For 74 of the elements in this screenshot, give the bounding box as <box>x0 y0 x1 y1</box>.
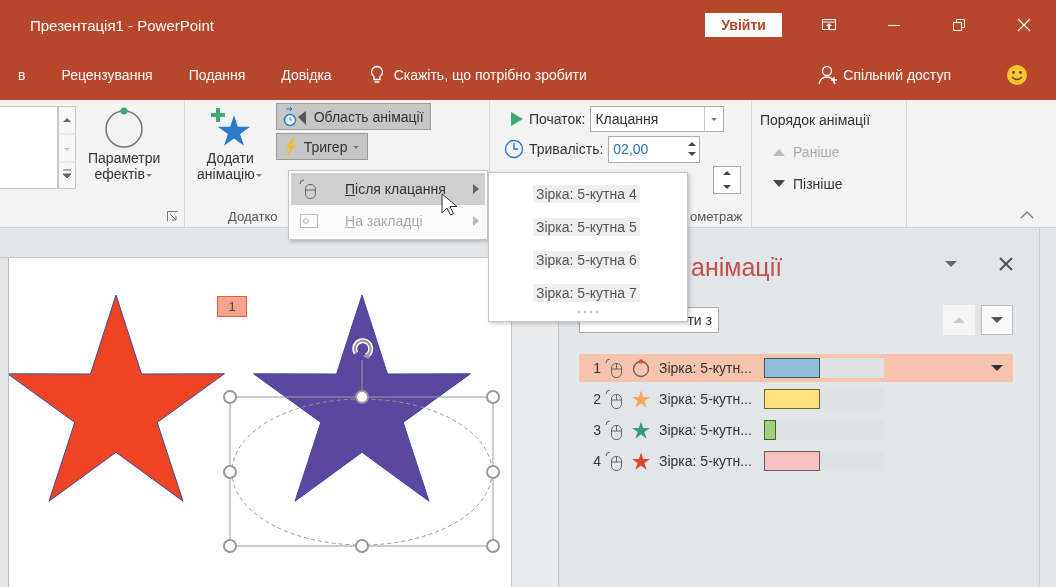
item-number: 1 <box>592 360 601 376</box>
star-shape[interactable] <box>253 294 471 502</box>
caret-icon <box>254 171 264 179</box>
resize-grip-icon[interactable] <box>576 309 600 315</box>
submenu-item[interactable]: Зірка: 5-кутна 6 <box>489 243 687 276</box>
animation-list-item[interactable]: 2 Зірка: 5-кутн... <box>579 385 1013 413</box>
ribbon-display-options-icon[interactable] <box>820 17 837 33</box>
caret-icon <box>144 171 154 179</box>
trigger-button[interactable]: Тригер <box>275 133 369 160</box>
mouse-click-icon <box>605 419 623 441</box>
item-dropdown-icon[interactable] <box>991 364 1003 372</box>
submenu-item[interactable]: Зірка: 5-кутна 7 <box>489 276 687 309</box>
pane-title: анімації <box>691 251 784 282</box>
animation-tag: 1 <box>217 296 247 317</box>
move-later-button[interactable]: Пізніше <box>760 168 906 200</box>
reorder-title: Порядок анімації <box>760 112 871 128</box>
start-dropdown[interactable]: Клацання <box>590 106 725 132</box>
clock-icon <box>504 139 524 159</box>
submenu-item[interactable]: Зірка: 5-кутна 4 <box>489 177 687 210</box>
tell-me-field[interactable]: Скажіть, що потрібно зробити <box>393 67 587 83</box>
person-icon <box>817 65 838 85</box>
item-number: 2 <box>592 391 601 407</box>
restore-icon[interactable] <box>950 17 967 33</box>
dropdown-arrow-icon <box>711 117 718 121</box>
close-icon[interactable] <box>999 257 1013 271</box>
item-number: 3 <box>592 422 601 438</box>
animation-list-item[interactable]: 4 Зірка: 5-кутн... <box>579 447 1013 475</box>
sign-in-button[interactable]: Увійти <box>705 13 782 37</box>
ribbon-tab[interactable]: в <box>0 67 44 83</box>
item-label: Зірка: 5-кутн... <box>659 422 752 438</box>
down-arrow-icon <box>773 179 785 189</box>
item-label: Зірка: 5-кутн... <box>659 453 752 469</box>
animation-list-item[interactable]: 3 Зірка: 5-кутн... <box>579 416 1013 444</box>
start-label: Початок: <box>529 111 586 127</box>
effect-options-button[interactable]: Параметри ефектів <box>84 106 165 205</box>
spin-arrows-icon[interactable] <box>713 166 741 194</box>
down-arrow-icon <box>991 316 1003 324</box>
up-arrow-icon <box>953 316 965 324</box>
play-icon <box>510 111 524 127</box>
ribbon-tab[interactable]: Довідка <box>263 67 350 83</box>
collapse-ribbon-icon[interactable] <box>1020 210 1034 219</box>
animation-list-item[interactable]: 1 Зірка: 5-кутн... <box>579 354 1013 382</box>
mouse-click-icon <box>605 357 623 379</box>
animation-pane-button[interactable]: Область анімації <box>275 103 431 130</box>
move-down-button[interactable] <box>981 305 1013 335</box>
duration-label: Тривалість: <box>529 141 604 157</box>
item-label: Зірка: 5-кутн... <box>659 360 752 376</box>
up-arrow-icon <box>773 147 785 157</box>
submenu-arrow-icon <box>473 216 479 226</box>
gallery-scrollbar[interactable] <box>58 106 76 189</box>
dialog-launcher-icon[interactable] <box>167 210 178 222</box>
group-label: ометраж <box>690 208 743 224</box>
item-number: 4 <box>592 453 601 469</box>
share-button[interactable]: Спільний доступ <box>843 67 951 83</box>
ribbon-tab[interactable]: Рецензування <box>43 67 171 83</box>
duration-spinbox[interactable]: 02,00 <box>608 135 701 163</box>
submenu-item[interactable]: Зірка: 5-кутна 5 <box>489 210 687 243</box>
mouse-click-icon <box>605 388 623 410</box>
animation-pane-icon <box>282 106 309 127</box>
ribbon-tab[interactable]: Подання <box>170 67 264 83</box>
star-shape[interactable] <box>9 294 225 502</box>
pane-options-icon[interactable] <box>945 260 957 268</box>
submenu-arrow-icon <box>473 184 479 194</box>
window-title: Презентація1 - PowerPoint <box>30 16 215 34</box>
group-label: Додатко <box>228 208 278 224</box>
mouse-icon <box>299 178 319 200</box>
picture-frame-icon <box>299 212 319 230</box>
smiley-icon[interactable] <box>1006 64 1028 86</box>
lightbulb-icon <box>369 65 384 85</box>
menu-item[interactable]: Після клацання <box>291 173 485 205</box>
add-animation-button[interactable]: Додати анімацію <box>193 106 268 205</box>
item-label: Зірка: 5-кутн... <box>659 391 752 407</box>
selection-frame[interactable] <box>223 338 500 553</box>
mouse-click-icon <box>605 450 623 472</box>
